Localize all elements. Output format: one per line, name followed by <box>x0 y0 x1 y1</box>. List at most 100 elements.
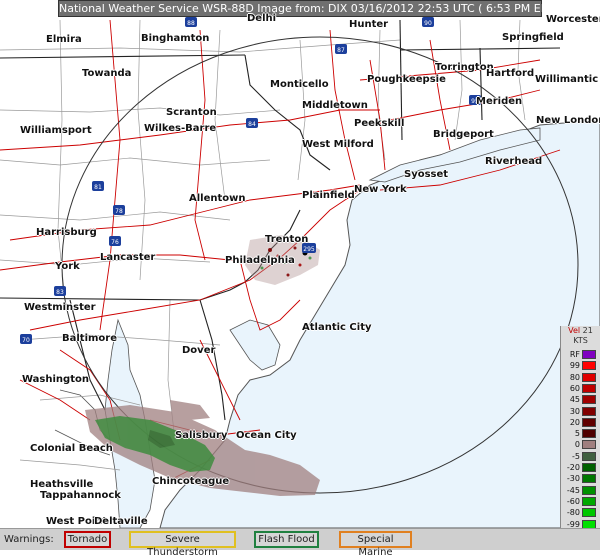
legend-swatch <box>582 383 596 393</box>
city-label: Allentown <box>189 193 246 204</box>
legend-swatch <box>582 451 596 461</box>
legend-header: Vel 21 KTS <box>561 326 600 346</box>
warning-tornado-button[interactable]: Tornado <box>64 531 111 548</box>
svg-text:70: 70 <box>22 337 30 344</box>
legend-row: 5 <box>561 429 600 439</box>
city-label: Heathsville <box>30 479 94 490</box>
legend-swatch <box>582 440 596 450</box>
warning-severe-thunderstorm-button[interactable]: Severe Thunderstorm <box>129 531 236 558</box>
svg-text:90: 90 <box>424 20 432 27</box>
city-label: West Milford <box>302 139 374 150</box>
legend-units: KTS <box>573 336 588 345</box>
city-label: Hartford <box>486 68 535 79</box>
legend-swatch <box>582 417 596 427</box>
city-label: Willimantic <box>535 74 599 85</box>
legend-row: -60 <box>561 496 600 507</box>
city-label: Springfield <box>502 32 564 43</box>
legend-vel-label: Vel <box>568 326 581 335</box>
city-label: New York <box>354 184 407 195</box>
city-label: Elmira <box>46 34 82 45</box>
svg-text:295: 295 <box>303 246 315 253</box>
legend-value-label: -30 <box>566 474 580 484</box>
city-label: Ocean City <box>236 430 297 441</box>
interstate-70-shield: 70 <box>20 334 32 344</box>
city-label: Peekskill <box>354 118 405 129</box>
city-label: Westminster <box>24 302 96 313</box>
interstate-78-shield: 78 <box>113 205 125 215</box>
city-label: Deltaville <box>94 516 148 527</box>
city-label: Colonial Beach <box>30 443 113 454</box>
svg-text:76: 76 <box>111 239 119 246</box>
city-label: Worcester <box>546 14 600 25</box>
city-label: Tappahannock <box>40 490 121 501</box>
city-label: Middletown <box>302 100 368 111</box>
city-label: Meriden <box>476 96 523 107</box>
warning-special-marine-button[interactable]: Special Marine <box>339 531 412 558</box>
legend-row: 99 <box>561 361 600 371</box>
legend-row: -30 <box>561 474 600 484</box>
legend-swatch <box>582 485 596 495</box>
legend-row: -5 <box>561 451 600 462</box>
city-label: Towanda <box>82 68 132 79</box>
legend-row: -80 <box>561 508 600 518</box>
interstate-81-shield: 81 <box>92 181 104 191</box>
legend-row: 0 <box>561 440 600 450</box>
city-label: Washington <box>22 374 89 385</box>
city-label: Atlantic City <box>302 322 372 333</box>
legend-value-label: 20 <box>569 417 580 427</box>
interstate-84-shield: 84 <box>246 118 258 128</box>
city-label: Plainfield <box>302 190 355 201</box>
city-label: Chincoteague <box>152 476 230 487</box>
legend-swatch <box>582 406 596 416</box>
city-label: Trenton <box>265 234 309 245</box>
legend-value-label: 45 <box>569 395 580 405</box>
warnings-label: Warnings: <box>4 534 54 545</box>
legend-row: 20 <box>561 417 600 428</box>
warning-flash-flood-button[interactable]: Flash Flood <box>254 531 319 548</box>
city-label: Wilkes-Barre <box>144 123 217 134</box>
city-label: New London <box>536 115 600 126</box>
interstate-83-shield: 83 <box>54 286 66 296</box>
legend-value-label: -60 <box>566 496 580 506</box>
interstate-88-shield: 88 <box>185 17 197 27</box>
interstate-87-shield: 87 <box>335 44 347 54</box>
city-label: Lancaster <box>100 252 156 263</box>
city-label: Philadelphia <box>225 255 295 266</box>
city-label: Bridgeport <box>433 129 494 140</box>
svg-text:88: 88 <box>187 20 195 27</box>
city-label: Binghamton <box>141 33 210 44</box>
interstate-90-shield: 90 <box>422 17 434 27</box>
interstate-76-shield: 76 <box>109 236 121 246</box>
city-label: Poughkeepsie <box>367 74 446 85</box>
legend-swatch <box>582 361 596 371</box>
city-label: York <box>55 261 80 272</box>
city-label: Salisbury <box>175 430 228 441</box>
city-label: Harrisburg <box>36 227 97 238</box>
legend-value-label: 5 <box>574 429 580 439</box>
legend-row: -20 <box>561 463 600 473</box>
legend-time: 21 <box>582 326 593 335</box>
svg-text:87: 87 <box>337 47 345 54</box>
city-label: Dover <box>182 345 216 356</box>
city-label: Williamsport <box>20 125 92 136</box>
legend-value-label: 0 <box>574 440 580 450</box>
legend-value-label: 99 <box>569 361 580 371</box>
svg-text:83: 83 <box>56 289 64 296</box>
city-label: Hunter <box>349 19 389 30</box>
legend-swatch <box>582 350 596 359</box>
legend-value-label: 60 <box>569 383 580 393</box>
warnings-bar: Warnings: Tornado Severe Thunderstorm Fl… <box>0 528 600 558</box>
legend-swatch <box>582 395 596 405</box>
svg-text:81: 81 <box>94 184 102 191</box>
legend-swatch <box>582 508 596 518</box>
legend-swatch <box>582 474 596 484</box>
legend-value-label: -5 <box>572 451 580 461</box>
legend-value-label: 80 <box>569 372 580 382</box>
city-label: Syosset <box>404 169 449 180</box>
legend-value-label: -80 <box>566 508 580 518</box>
svg-text:84: 84 <box>248 121 256 128</box>
legend-row: RF <box>561 350 600 360</box>
city-label: Scranton <box>166 107 217 118</box>
legend-swatch <box>582 463 596 472</box>
city-label: Delhi <box>247 13 277 24</box>
